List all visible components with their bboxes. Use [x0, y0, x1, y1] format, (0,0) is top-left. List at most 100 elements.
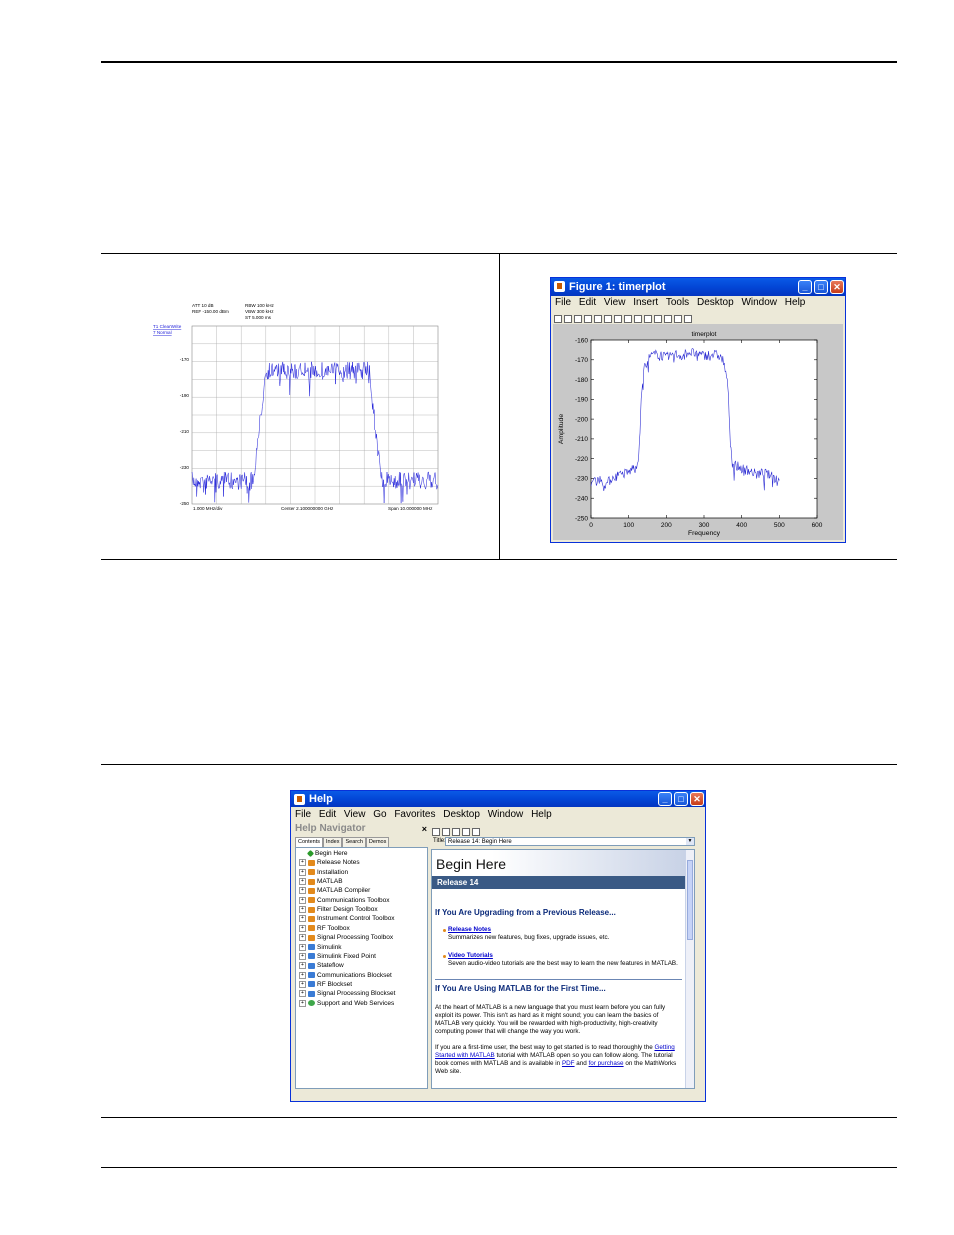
expand-icon[interactable]: + [299, 906, 306, 914]
close-button[interactable]: ✕ [830, 280, 844, 294]
tab-contents[interactable]: Contents [295, 837, 324, 847]
forward-arrow-icon[interactable] [442, 828, 450, 836]
zoom-in-icon[interactable] [604, 315, 612, 323]
book-icon [308, 878, 315, 885]
help-menu-file[interactable]: File [295, 809, 311, 820]
pan-icon[interactable] [624, 315, 632, 323]
help-close-button[interactable]: ✕ [690, 792, 704, 806]
minimize-button[interactable]: _ [798, 280, 812, 294]
release-notes-link[interactable]: Release Notes [448, 926, 491, 933]
help-maximize-button[interactable]: □ [674, 792, 688, 806]
spectrum-analyzer-plot: ATT 10 dB REF -150.00 dBm RBW 100 kHz VB… [150, 298, 442, 520]
tab-search[interactable]: Search [342, 837, 366, 847]
y-tick-label: -240 [575, 496, 588, 503]
figure-title-bar[interactable]: Figure 1: timerplot _ □ ✕ [551, 278, 845, 296]
expand-icon[interactable]: + [299, 943, 306, 951]
expand-icon[interactable]: + [299, 980, 306, 988]
for-purchase-link[interactable]: for purchase [589, 1060, 624, 1067]
pdf-link[interactable]: PDF [562, 1060, 575, 1067]
nav-item[interactable]: + RF Toolbox [296, 924, 350, 933]
menu-window[interactable]: Window [741, 297, 777, 308]
menu-file[interactable]: File [555, 297, 571, 308]
help-menu-edit[interactable]: Edit [319, 809, 336, 820]
scrollbar-thumb[interactable] [687, 860, 693, 940]
expand-icon[interactable]: + [299, 990, 306, 998]
sa-detector-label: 7 Normal [153, 330, 172, 335]
help-menu-window[interactable]: Window [488, 809, 524, 820]
expand-icon[interactable]: + [299, 924, 306, 932]
expand-icon[interactable]: + [299, 962, 306, 970]
data-cursor-icon[interactable] [644, 315, 652, 323]
menu-edit[interactable]: Edit [579, 297, 596, 308]
expand-icon[interactable]: + [299, 896, 306, 904]
nav-item[interactable]: + Signal Processing Toolbox [296, 934, 393, 942]
banner-background [492, 850, 686, 876]
nav-item[interactable]: + Simulink Fixed Point [296, 952, 376, 961]
print-icon[interactable] [462, 828, 470, 836]
colorbar-icon[interactable] [654, 315, 662, 323]
nav-item[interactable]: Begin Here [296, 849, 348, 858]
legend-icon[interactable] [664, 315, 672, 323]
menu-insert[interactable]: Insert [633, 297, 658, 308]
hide-plot-tools-icon[interactable] [674, 315, 682, 323]
tab-demos[interactable]: Demos [365, 837, 390, 847]
menu-help[interactable]: Help [785, 297, 806, 308]
navigator-close-icon[interactable]: × [422, 823, 427, 835]
print-icon[interactable] [584, 315, 592, 323]
title-selector: Title: Release 14: Begin Here ▼ [431, 836, 695, 847]
nav-item[interactable]: + Communications Blockset [296, 971, 392, 980]
nav-item[interactable]: + Communications Toolbox [296, 896, 390, 905]
save-icon[interactable] [574, 315, 582, 323]
expand-icon[interactable]: + [299, 859, 306, 867]
help-menu-go[interactable]: Go [373, 809, 386, 820]
nav-item[interactable]: + Simulink [296, 943, 342, 952]
nav-item[interactable]: + Release Notes [296, 859, 360, 867]
nav-item[interactable]: + Signal Processing Blockset [296, 990, 395, 998]
nav-item[interactable]: + MATLAB Compiler [296, 887, 370, 895]
show-plot-tools-icon[interactable] [684, 315, 692, 323]
book-icon [308, 934, 315, 941]
nav-item[interactable]: + Installation [296, 868, 348, 877]
help-menu-favorites[interactable]: Favorites [394, 809, 435, 820]
nav-item[interactable]: + Support and Web Services [296, 999, 394, 1008]
tab-index[interactable]: Index [323, 837, 343, 847]
menu-desktop[interactable]: Desktop [697, 297, 734, 308]
help-menu-help[interactable]: Help [531, 809, 552, 820]
edit-plot-icon[interactable] [594, 315, 602, 323]
help-menu-desktop[interactable]: Desktop [443, 809, 480, 820]
expand-icon[interactable]: + [299, 915, 306, 923]
help-title-bar[interactable]: Help _ □ ✕ [291, 791, 705, 807]
expand-icon[interactable]: + [299, 999, 306, 1007]
expand-icon[interactable]: + [299, 971, 306, 979]
help-menu-view[interactable]: View [344, 809, 366, 820]
expand-icon[interactable]: + [299, 887, 306, 895]
chevron-down-icon[interactable]: ▼ [686, 838, 694, 845]
nav-item[interactable]: + Instrument Control Toolbox [296, 915, 395, 923]
nav-item[interactable]: + MATLAB [296, 878, 343, 886]
nav-item[interactable]: + RF Blockset [296, 980, 352, 989]
expand-icon[interactable]: + [299, 934, 306, 942]
expand-icon[interactable]: + [299, 868, 306, 876]
back-arrow-icon[interactable] [432, 828, 440, 836]
help-window: Help _ □ ✕ File Edit View Go Favorites D… [290, 790, 706, 1102]
menu-view[interactable]: View [604, 297, 626, 308]
maximize-button[interactable]: □ [814, 280, 828, 294]
open-file-icon[interactable] [564, 315, 572, 323]
rotate-3d-icon[interactable] [634, 315, 642, 323]
sa-x-center-label: Center 2.100000000 GHz [281, 506, 334, 511]
video-tutorials-link[interactable]: Video Tutorials [448, 952, 493, 959]
zoom-out-icon[interactable] [614, 315, 622, 323]
new-figure-icon[interactable] [554, 315, 562, 323]
expand-icon[interactable]: + [299, 878, 306, 886]
matlab-figure-icon [554, 281, 565, 292]
title-dropdown[interactable]: Release 14: Begin Here ▼ [445, 837, 695, 846]
nav-item[interactable]: + Filter Design Toolbox [296, 906, 378, 914]
refresh-icon[interactable] [452, 828, 460, 836]
menu-tools[interactable]: Tools [666, 297, 689, 308]
nav-item[interactable]: + Stateflow [296, 962, 344, 970]
find-binoculars-icon[interactable] [472, 828, 480, 836]
help-minimize-button[interactable]: _ [658, 792, 672, 806]
para2-text-a: If you are a first-time user, the best w… [435, 1044, 655, 1051]
expand-icon[interactable]: + [299, 952, 306, 960]
content-scrollbar[interactable] [685, 850, 694, 1088]
